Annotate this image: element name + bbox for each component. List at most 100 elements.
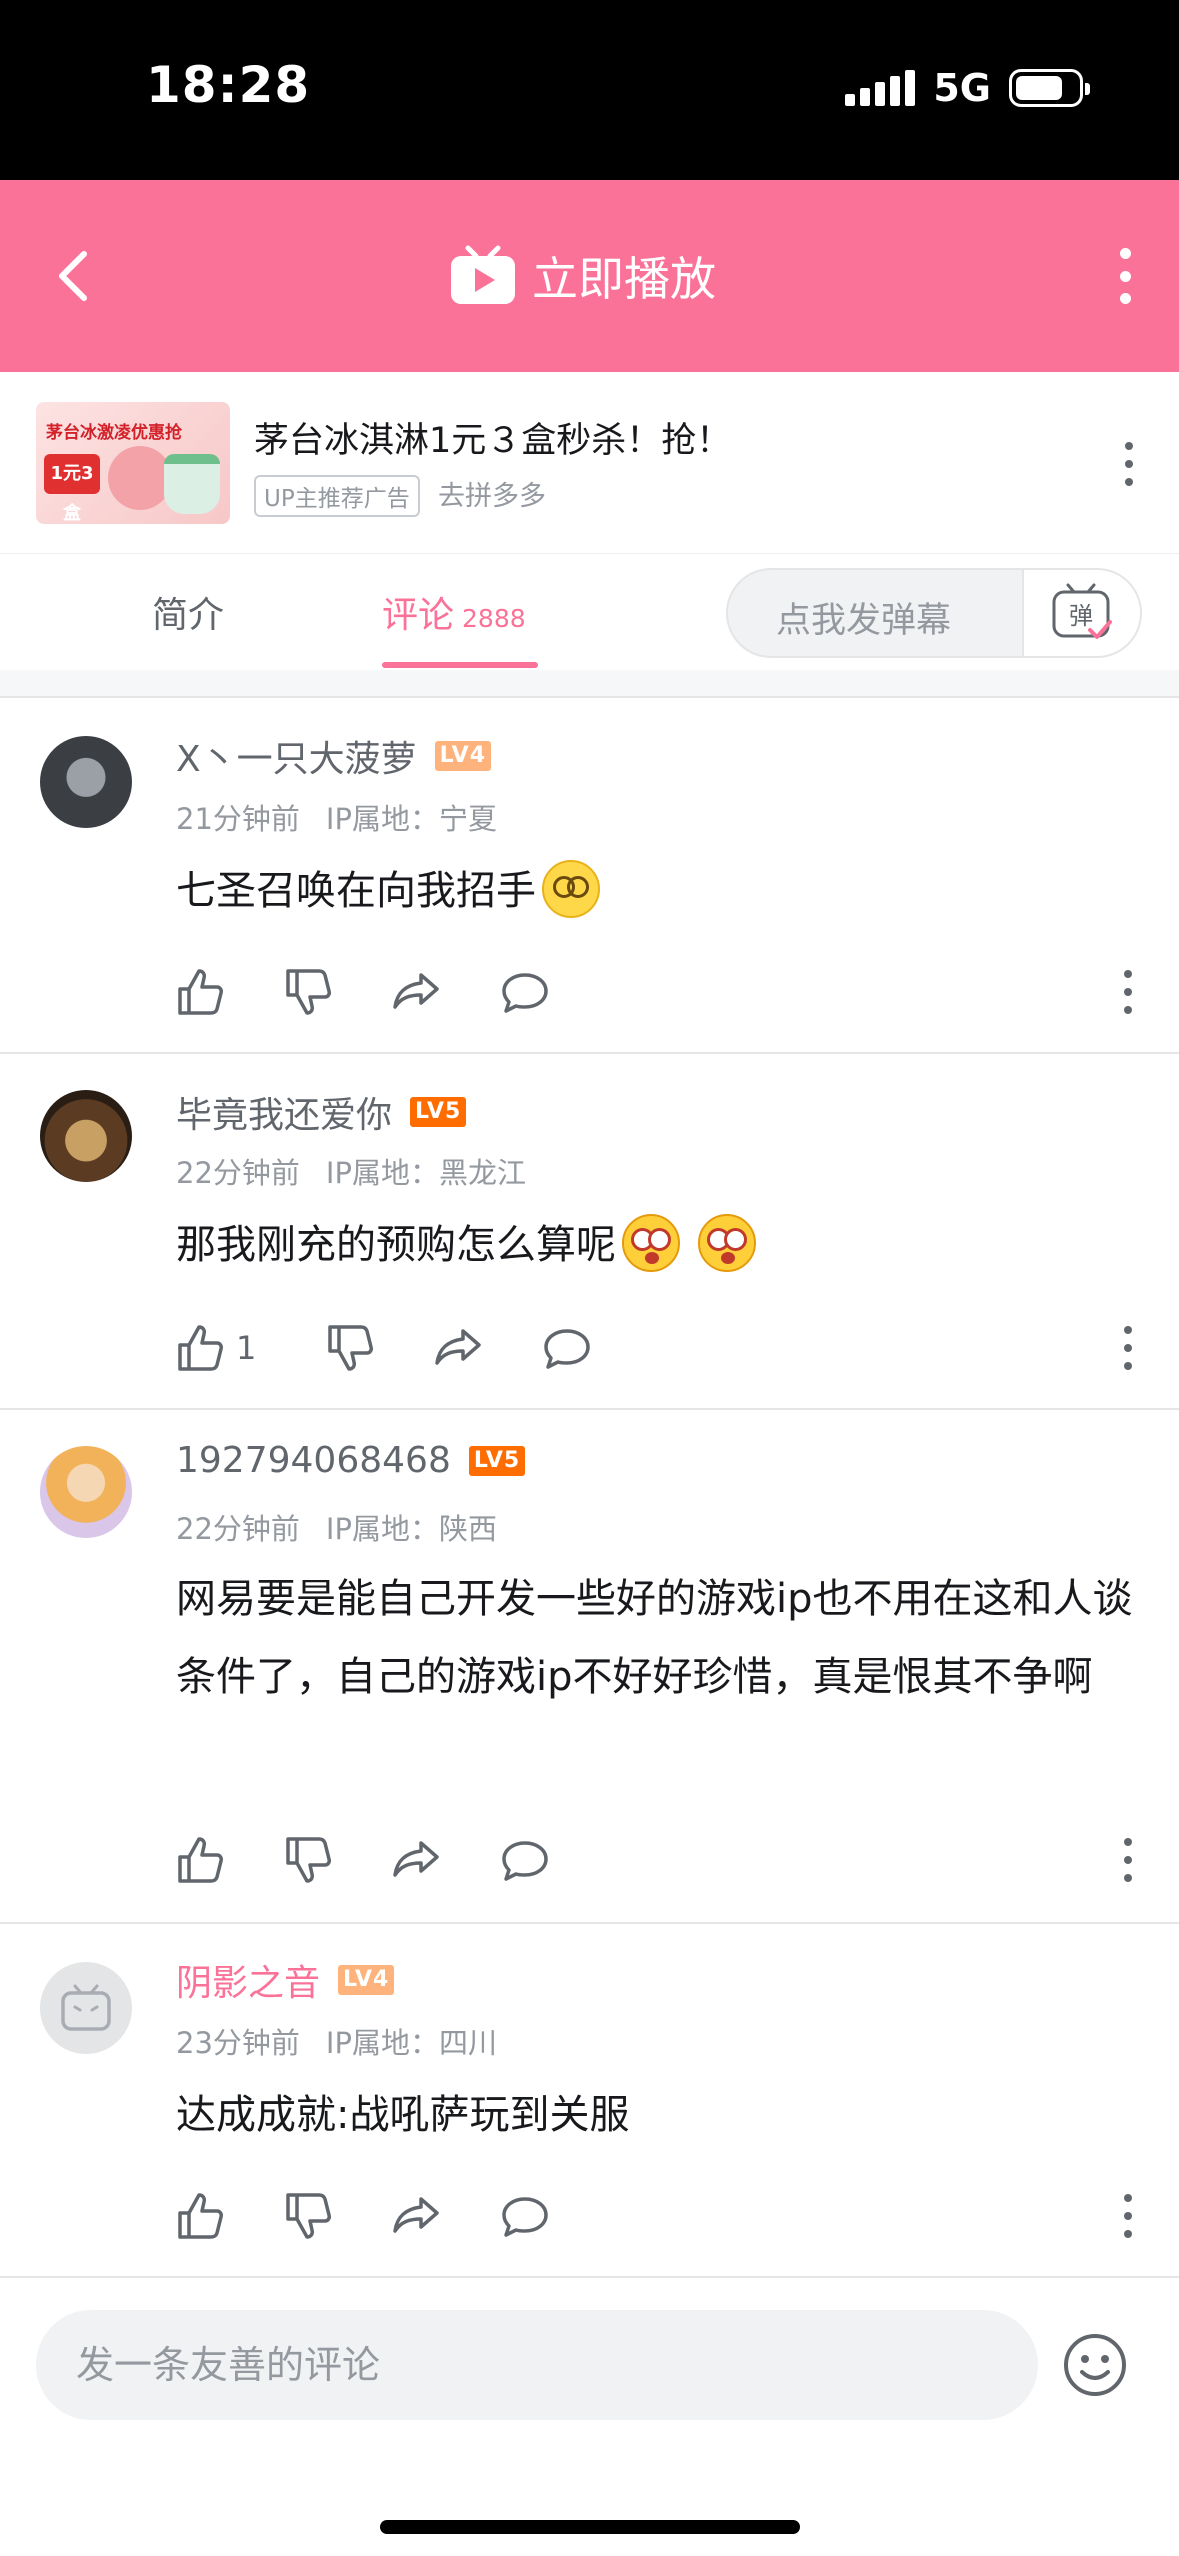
speech-bubble-icon [502, 2197, 548, 2237]
comment-actions [176, 1830, 608, 1890]
comment-text: 七圣召唤在向我招手 [176, 852, 1136, 930]
thumbs-up-icon [178, 1325, 223, 1371]
comment-more-button[interactable] [1121, 2194, 1135, 2238]
share-arrow-icon [393, 1841, 439, 1877]
level-badge: LV4 [434, 741, 491, 771]
tab-intro[interactable]: 简介 [152, 586, 224, 638]
tab-comments[interactable]: 评论 2888 [382, 586, 526, 638]
battery-icon [1009, 69, 1090, 107]
share-button[interactable] [392, 2191, 442, 2241]
like-button[interactable]: 1 [176, 1323, 256, 1373]
level-badge: LV4 [338, 1965, 395, 1995]
reply-button[interactable] [500, 967, 550, 1017]
ad-thumbnail[interactable]: 茅台冰激凌优惠抢 1元3盒 [36, 402, 230, 524]
thumbs-down-icon [286, 2193, 331, 2239]
chevron-left-icon [59, 251, 87, 301]
comment-actions [176, 2186, 608, 2246]
share-arrow-icon [393, 2197, 439, 2233]
player-header: 立即播放 [0, 180, 1179, 372]
comment-ip: IP属地：黑龙江 [325, 1156, 526, 1190]
share-button[interactable] [392, 967, 442, 1017]
comment-more-button[interactable] [1121, 970, 1135, 1014]
like-count: 1 [236, 1329, 257, 1367]
ad-label-badge: UP主推荐广告 [254, 475, 420, 517]
section-divider [0, 670, 1179, 698]
ad-thumb-caption: 茅台冰激凌优惠抢 [46, 423, 182, 443]
thumbs-up-icon [178, 1837, 223, 1883]
emoji-button[interactable] [1062, 2332, 1128, 2398]
avatar[interactable] [40, 1446, 132, 1538]
ad-banner[interactable]: 茅台冰激凌优惠抢 1元3盒 茅台冰淇淋1元３盒秒杀！抢！ UP主推荐广告 去拼多… [0, 372, 1179, 554]
tab-comments-label: 评论 [382, 595, 455, 636]
reply-button[interactable] [500, 2191, 550, 2241]
back-button[interactable] [46, 244, 106, 308]
share-arrow-icon [435, 1329, 482, 1365]
dislike-button[interactable] [284, 967, 334, 1017]
dizzy-emoji-icon [542, 860, 600, 918]
ad-title[interactable]: 茅台冰淇淋1元３盒秒杀！抢！ [254, 412, 731, 463]
like-button[interactable] [176, 1835, 226, 1885]
comment-text: 达成成就:战吼萨玩到关服 [176, 2092, 630, 2138]
comment-ip: IP属地：四川 [325, 2026, 497, 2060]
comment-username[interactable]: X丶一只大菠萝 LV4 [176, 730, 491, 782]
comment-meta: 22分钟前 IP属地：陕西 [176, 1506, 497, 1548]
smiley-icon [1064, 2334, 1126, 2396]
danmaku-char: 弹 [1069, 602, 1093, 630]
network-type: 5G [933, 66, 991, 110]
speech-bubble-icon [544, 1329, 591, 1369]
tv-play-icon [451, 245, 515, 304]
thumbs-down-icon [286, 969, 331, 1015]
shocked-emoji-icon [698, 1214, 756, 1272]
username-text: 阴影之音 [176, 1963, 321, 2004]
comment-meta: 21分钟前 IP属地：宁夏 [176, 796, 497, 838]
avatar[interactable] [40, 736, 132, 828]
comment-time: 21分钟前 [176, 802, 300, 836]
username-text: X丶一只大菠萝 [176, 739, 417, 780]
speech-bubble-icon [502, 1841, 548, 1881]
comment-input[interactable] [36, 2310, 1038, 2420]
dislike-button[interactable] [326, 1323, 376, 1373]
speech-bubble-icon [502, 973, 548, 1013]
thumbs-down-icon [328, 1325, 374, 1371]
dislike-button[interactable] [284, 2191, 334, 2241]
home-indicator [380, 2520, 800, 2534]
comment-item: 毕竟我还爱你 LV5 22分钟前 IP属地：黑龙江 那我刚充的预购怎么算呢 1 [0, 1054, 1179, 1410]
comment-item: 阴影之音 LV4 23分钟前 IP属地：四川 达成成就:战吼萨玩到关服 [0, 1924, 1179, 2278]
default-avatar-icon [61, 1984, 111, 2031]
comment-more-button[interactable] [1121, 1838, 1135, 1882]
thumbs-up-icon [178, 2193, 223, 2239]
comment-actions [176, 962, 608, 1022]
reply-button[interactable] [500, 1835, 550, 1885]
dislike-button[interactable] [284, 1835, 334, 1885]
avatar[interactable] [40, 1090, 132, 1182]
reply-button[interactable] [542, 1323, 592, 1373]
comment-time: 22分钟前 [176, 1512, 300, 1546]
ad-more-button[interactable] [1119, 442, 1139, 486]
comment-username[interactable]: 毕竟我还爱你 LV5 [176, 1086, 467, 1138]
thumbs-up-icon [178, 969, 223, 1015]
share-button[interactable] [392, 1835, 442, 1885]
danmaku-toggle-button[interactable]: 弹 [1022, 570, 1140, 656]
more-options-button[interactable] [1105, 242, 1145, 310]
comment-item: X丶一只大菠萝 LV4 21分钟前 IP属地：宁夏 七圣召唤在向我招手 [0, 700, 1179, 1054]
comment-username[interactable]: 192794068468 LV5 [176, 1440, 526, 1481]
comment-ip: IP属地：陕西 [325, 1512, 497, 1546]
danmaku-input[interactable]: 点我发弹幕 弹 [726, 568, 1142, 658]
comment-username[interactable]: 阴影之音 LV4 [176, 1954, 395, 2006]
avatar[interactable] [40, 1962, 132, 2054]
comment-more-button[interactable] [1121, 1326, 1135, 1370]
status-indicators: 5G [845, 66, 1090, 110]
comment-meta: 23分钟前 IP属地：四川 [176, 2020, 497, 2062]
level-badge: LV5 [410, 1097, 467, 1127]
ad-source[interactable]: 去拼多多 [438, 474, 546, 513]
ice-cream-cup-image [164, 454, 220, 514]
like-button[interactable] [176, 967, 226, 1017]
username-text: 192794068468 [176, 1440, 451, 1481]
share-button[interactable] [434, 1323, 484, 1373]
comment-time: 23分钟前 [176, 2026, 300, 2060]
play-now-button[interactable]: 立即播放 [448, 244, 716, 308]
danmaku-placeholder: 点我发弹幕 [776, 601, 952, 641]
signal-icon [845, 70, 916, 106]
like-button[interactable] [176, 2191, 226, 2241]
danmaku-icon: 弹 [1052, 583, 1112, 639]
